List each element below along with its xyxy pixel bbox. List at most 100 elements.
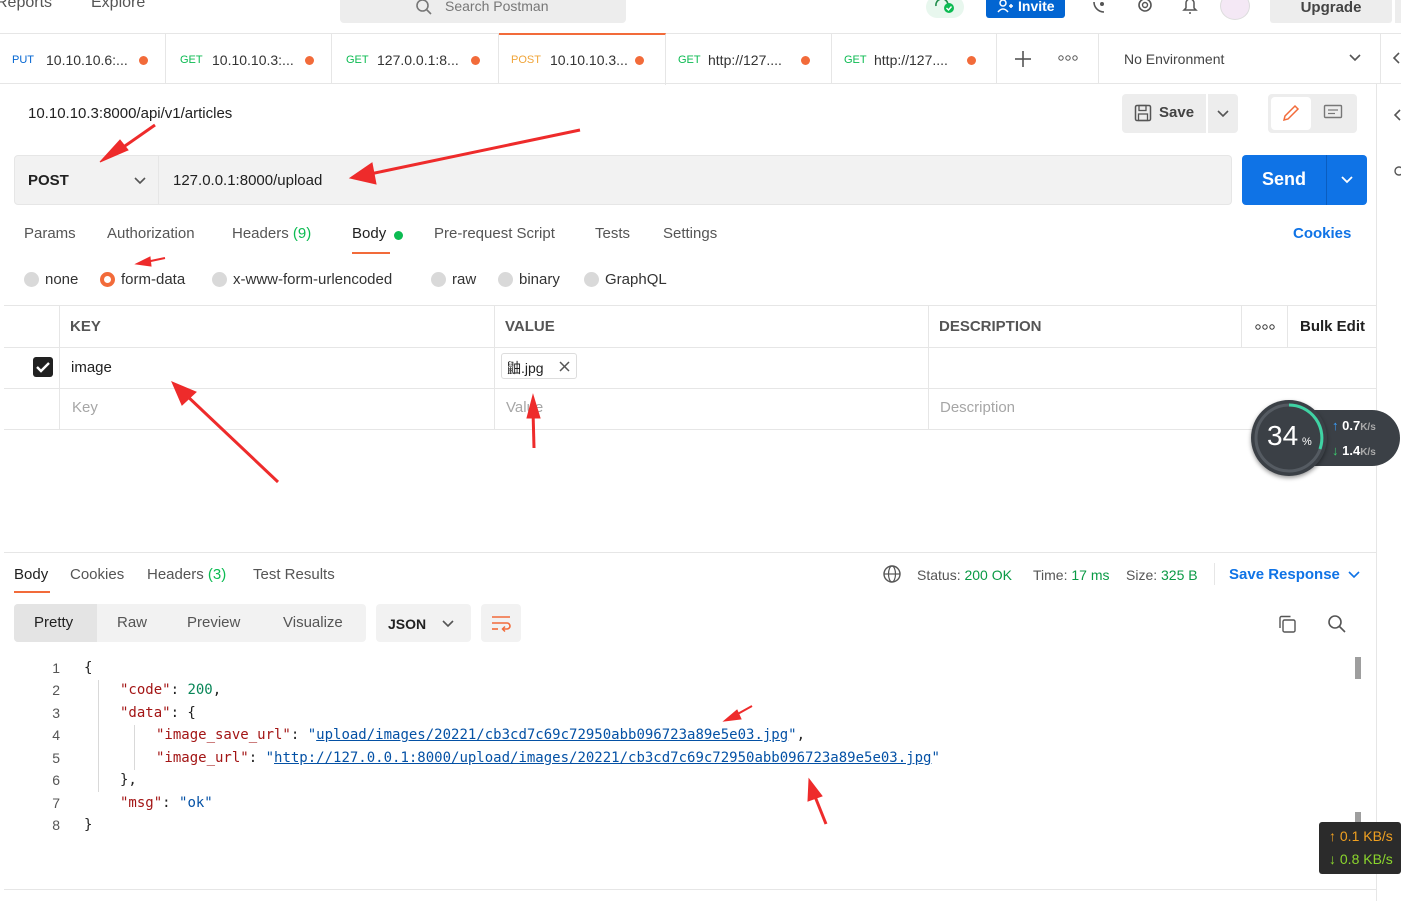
description-placeholder-input[interactable]: Description <box>940 399 1015 416</box>
format-preview[interactable]: Preview <box>187 614 240 631</box>
unsaved-dot-icon <box>471 56 480 65</box>
user-avatar[interactable] <box>1220 0 1250 20</box>
pane-divider[interactable] <box>4 552 1376 553</box>
scrollbar-thumb[interactable] <box>1355 657 1361 679</box>
json-url-link[interactable]: http://127.0.0.1:8000/upload/images/2022… <box>274 750 931 766</box>
send-options-button[interactable] <box>1327 155 1367 205</box>
chevron-down-icon[interactable] <box>1347 570 1361 580</box>
url-value: 127.0.0.1:8000/upload <box>173 172 323 189</box>
response-tab-headers[interactable]: Headers (3) <box>147 566 226 583</box>
tab-method: GET <box>844 54 867 66</box>
response-time: Time: 17 ms <box>1033 567 1110 583</box>
upload-speed: ↑ 0.7K/s <box>1332 418 1376 433</box>
comment-icon[interactable] <box>1323 104 1343 122</box>
response-tab-headers-label: Headers <box>147 566 204 583</box>
line-number: 5 <box>52 750 60 766</box>
tab-url: 127.0.0.1:8... <box>377 52 459 68</box>
window-edge <box>1395 0 1401 23</box>
json-key: "msg" <box>120 795 163 811</box>
wrap-lines-button[interactable] <box>481 604 521 642</box>
save-response-button[interactable]: Save Response <box>1229 566 1340 583</box>
search-icon[interactable] <box>1327 614 1347 634</box>
line-number: 2 <box>52 682 60 698</box>
tab-method: GET <box>678 54 701 66</box>
format-visualize[interactable]: Visualize <box>283 614 343 631</box>
chevron-down-icon <box>1217 110 1229 118</box>
tab-tests[interactable]: Tests <box>595 225 630 242</box>
key-placeholder-input[interactable]: Key <box>72 399 98 416</box>
new-tab-plus-icon[interactable] <box>1014 50 1032 68</box>
chevron-left-icon[interactable] <box>1393 108 1401 122</box>
bulk-edit-button[interactable]: Bulk Edit <box>1300 318 1365 335</box>
copy-icon[interactable] <box>1277 614 1297 634</box>
invite-button[interactable]: Invite <box>986 0 1065 18</box>
save-button[interactable]: Save <box>1122 94 1206 133</box>
radio-circle <box>24 272 39 287</box>
column-header-description: DESCRIPTION <box>939 318 1042 335</box>
globe-icon[interactable] <box>882 564 902 584</box>
format-pretty[interactable]: Pretty <box>34 614 73 631</box>
tab-headers[interactable]: Headers (9) <box>232 225 311 242</box>
request-tab[interactable]: GET 10.10.10.3:... <box>166 34 332 84</box>
tab-method: POST <box>511 54 541 66</box>
code-line: } <box>84 817 93 833</box>
sidebar-icon[interactable] <box>1393 162 1401 180</box>
tab-url: 10.10.10.6:... <box>46 52 128 68</box>
request-name: 10.10.10.3:8000/api/v1/articles <box>28 105 233 122</box>
row-key-input[interactable]: image <box>71 359 112 376</box>
gauge-value: 34 <box>1267 420 1299 451</box>
row-enabled-checkbox[interactable] <box>33 357 53 377</box>
response-tab-cookies[interactable]: Cookies <box>70 566 124 583</box>
search-input[interactable]: Search Postman <box>340 0 626 23</box>
request-tab[interactable]: GET http://127.... <box>832 34 997 84</box>
response-tab-body[interactable]: Body <box>14 566 48 583</box>
tab-method: GET <box>346 54 369 66</box>
send-button[interactable]: Send <box>1242 155 1326 205</box>
status-value: 200 OK <box>964 567 1012 583</box>
tab-params[interactable]: Params <box>24 225 76 242</box>
method-select[interactable]: POST <box>14 155 159 205</box>
request-tab[interactable]: PUT 10.10.10.6:... <box>0 34 166 84</box>
request-tab[interactable]: GET http://127.... <box>666 34 832 84</box>
request-tab-active[interactable]: POST 10.10.10.3... <box>499 33 666 85</box>
form-data-table: KEY VALUE DESCRIPTION Bulk Edit image 鼬.… <box>4 305 1376 430</box>
more-tabs-icon[interactable] <box>1058 54 1078 62</box>
response-body-viewer[interactable]: 1 2 3 4 5 6 7 8 { "code": 200, "data": {… <box>0 655 1376 835</box>
download-speed: ↓ 1.4K/s <box>1332 443 1376 458</box>
sync-status-icon[interactable] <box>926 0 964 18</box>
chevron-left-icon[interactable] <box>1392 51 1401 65</box>
nav-reports[interactable]: Reports <box>0 0 52 12</box>
chevron-down-icon[interactable] <box>1348 53 1362 63</box>
more-options-icon[interactable] <box>1255 323 1275 331</box>
network-monitor: ↑ 0.1 KB/s ↓ 0.8 KB/s <box>1319 822 1401 874</box>
settings-gear-icon[interactable] <box>1135 0 1155 17</box>
nav-explore[interactable]: Explore <box>91 0 145 12</box>
upload-speed-value: 0.7 <box>1342 418 1361 433</box>
format-raw[interactable]: Raw <box>117 614 147 631</box>
code-line: }, <box>120 772 137 788</box>
cpu-gauge[interactable]: 34 % <box>1251 400 1327 476</box>
save-disk-icon <box>1134 104 1152 122</box>
response-tab-test-results[interactable]: Test Results <box>253 566 335 583</box>
cookies-link[interactable]: Cookies <box>1293 225 1351 242</box>
tab-prerequest-script[interactable]: Pre-request Script <box>434 225 555 242</box>
tab-settings[interactable]: Settings <box>663 225 717 242</box>
code-line: "image_save_url": "upload/images/20221/c… <box>156 727 806 743</box>
satellite-icon[interactable] <box>1090 0 1112 16</box>
remove-file-icon[interactable] <box>559 361 570 372</box>
tab-body[interactable]: Body <box>352 225 386 242</box>
edit-button[interactable] <box>1271 97 1311 130</box>
language-select[interactable]: JSON <box>376 604 471 642</box>
request-tab[interactable]: GET 127.0.0.1:8... <box>332 34 499 84</box>
notification-bell-icon[interactable] <box>1181 0 1199 17</box>
save-options-button[interactable] <box>1208 94 1238 133</box>
chevron-down-icon <box>442 620 454 628</box>
tab-authorization[interactable]: Authorization <box>107 225 195 242</box>
environment-selector[interactable]: No Environment <box>1124 51 1224 67</box>
file-chip[interactable]: 鼬.jpg <box>501 353 577 379</box>
value-placeholder-input[interactable]: Value <box>506 399 543 416</box>
upgrade-button[interactable]: Upgrade <box>1270 0 1392 23</box>
wrap-lines-icon <box>492 616 511 633</box>
radio-label: binary <box>519 271 560 288</box>
url-input[interactable]: 127.0.0.1:8000/upload <box>159 155 1232 205</box>
